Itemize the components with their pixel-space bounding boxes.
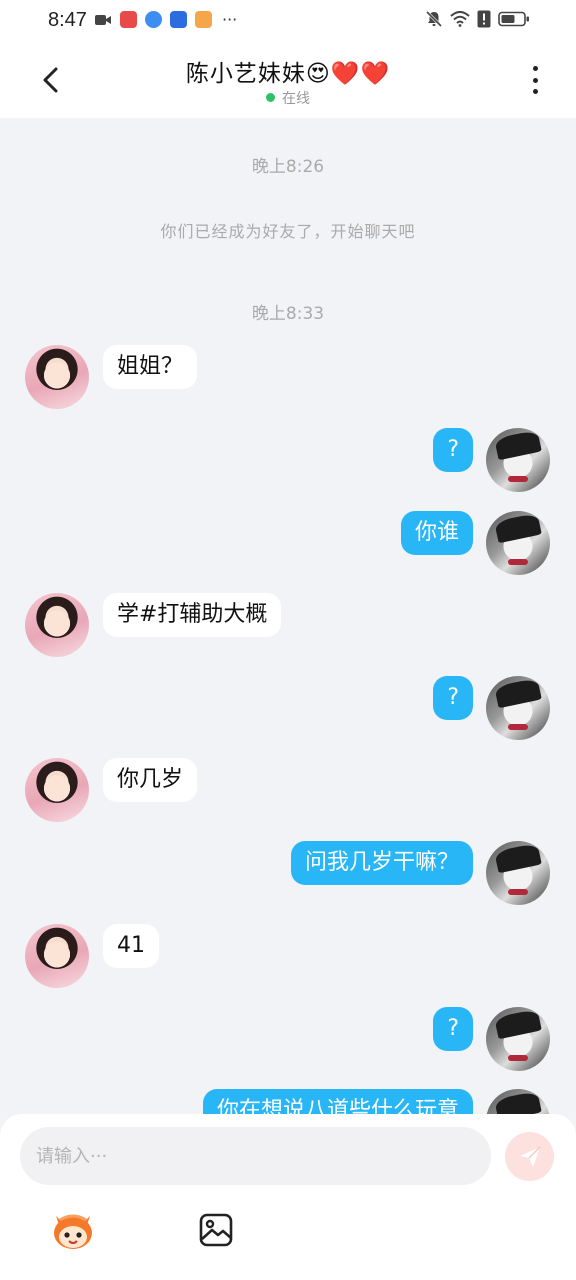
mute-icon bbox=[425, 10, 443, 28]
contact-avatar[interactable] bbox=[25, 758, 89, 822]
my-avatar[interactable] bbox=[486, 676, 550, 740]
online-dot-icon bbox=[266, 93, 275, 102]
outgoing-message[interactable]: ? bbox=[433, 1007, 473, 1051]
timestamp: 晚上8:33 bbox=[251, 304, 325, 324]
image-button[interactable] bbox=[198, 1212, 234, 1248]
contact-avatar[interactable] bbox=[25, 924, 89, 988]
battery-icon bbox=[498, 11, 529, 27]
timestamp: 晚上8:26 bbox=[251, 157, 325, 177]
chat-area[interactable]: 晚上8:26 你们已经成为好友了，开始聊天吧 晚上8:33 姐姐？ ? 你谁 学… bbox=[0, 118, 576, 1118]
contact-name: 陈小艺妹妹😍❤️❤️ bbox=[185, 61, 391, 87]
input-panel bbox=[0, 1114, 576, 1280]
app-notification-icon bbox=[195, 11, 212, 28]
send-icon bbox=[519, 1145, 541, 1167]
app-notification-icon bbox=[120, 11, 137, 28]
outgoing-message[interactable]: 你谁 bbox=[400, 511, 473, 555]
status-bar: 8:47 ··· bbox=[0, 0, 576, 42]
contact-avatar[interactable] bbox=[25, 593, 89, 657]
mascot-icon bbox=[54, 1214, 92, 1249]
more-dots-icon bbox=[532, 77, 538, 83]
system-icons bbox=[425, 10, 530, 28]
contact-avatar[interactable] bbox=[25, 345, 89, 409]
app-notification-icon bbox=[145, 11, 162, 28]
video-icon bbox=[95, 14, 111, 25]
more-dots-icon bbox=[532, 89, 538, 94]
incoming-message[interactable]: 姐姐？ bbox=[103, 345, 198, 389]
more-dots-icon bbox=[532, 66, 538, 71]
my-avatar[interactable] bbox=[486, 428, 550, 492]
alert-icon bbox=[477, 10, 491, 28]
image-icon bbox=[199, 1213, 233, 1247]
online-status-label: 在线 bbox=[282, 91, 310, 107]
my-avatar[interactable] bbox=[486, 1007, 550, 1071]
incoming-message[interactable]: 学#打辅助大概 bbox=[103, 593, 282, 637]
notification-icons: ··· bbox=[94, 11, 237, 28]
more-notifications-icon: ··· bbox=[222, 10, 238, 29]
sticker-button[interactable] bbox=[50, 1210, 96, 1252]
outgoing-message[interactable]: ? bbox=[433, 428, 473, 472]
my-avatar[interactable] bbox=[486, 841, 550, 905]
chat-header: 陈小艺妹妹😍❤️❤️ 在线 bbox=[0, 42, 576, 118]
more-options-button[interactable] bbox=[520, 64, 550, 96]
outgoing-message[interactable]: 问我几岁干嘛？ bbox=[290, 841, 473, 885]
incoming-message[interactable]: 41 bbox=[103, 924, 159, 968]
system-message: 你们已经成为好友了，开始聊天吧 bbox=[160, 222, 416, 241]
online-status: 在线 bbox=[0, 88, 576, 108]
outgoing-message[interactable]: ? bbox=[433, 676, 473, 720]
my-avatar[interactable] bbox=[486, 511, 550, 575]
message-input[interactable] bbox=[20, 1127, 491, 1185]
wifi-icon bbox=[450, 11, 470, 27]
incoming-message[interactable]: 你几岁 bbox=[103, 758, 198, 802]
app-notification-icon bbox=[170, 11, 187, 28]
status-time: 8:47 bbox=[48, 9, 87, 31]
send-button[interactable] bbox=[505, 1132, 554, 1181]
